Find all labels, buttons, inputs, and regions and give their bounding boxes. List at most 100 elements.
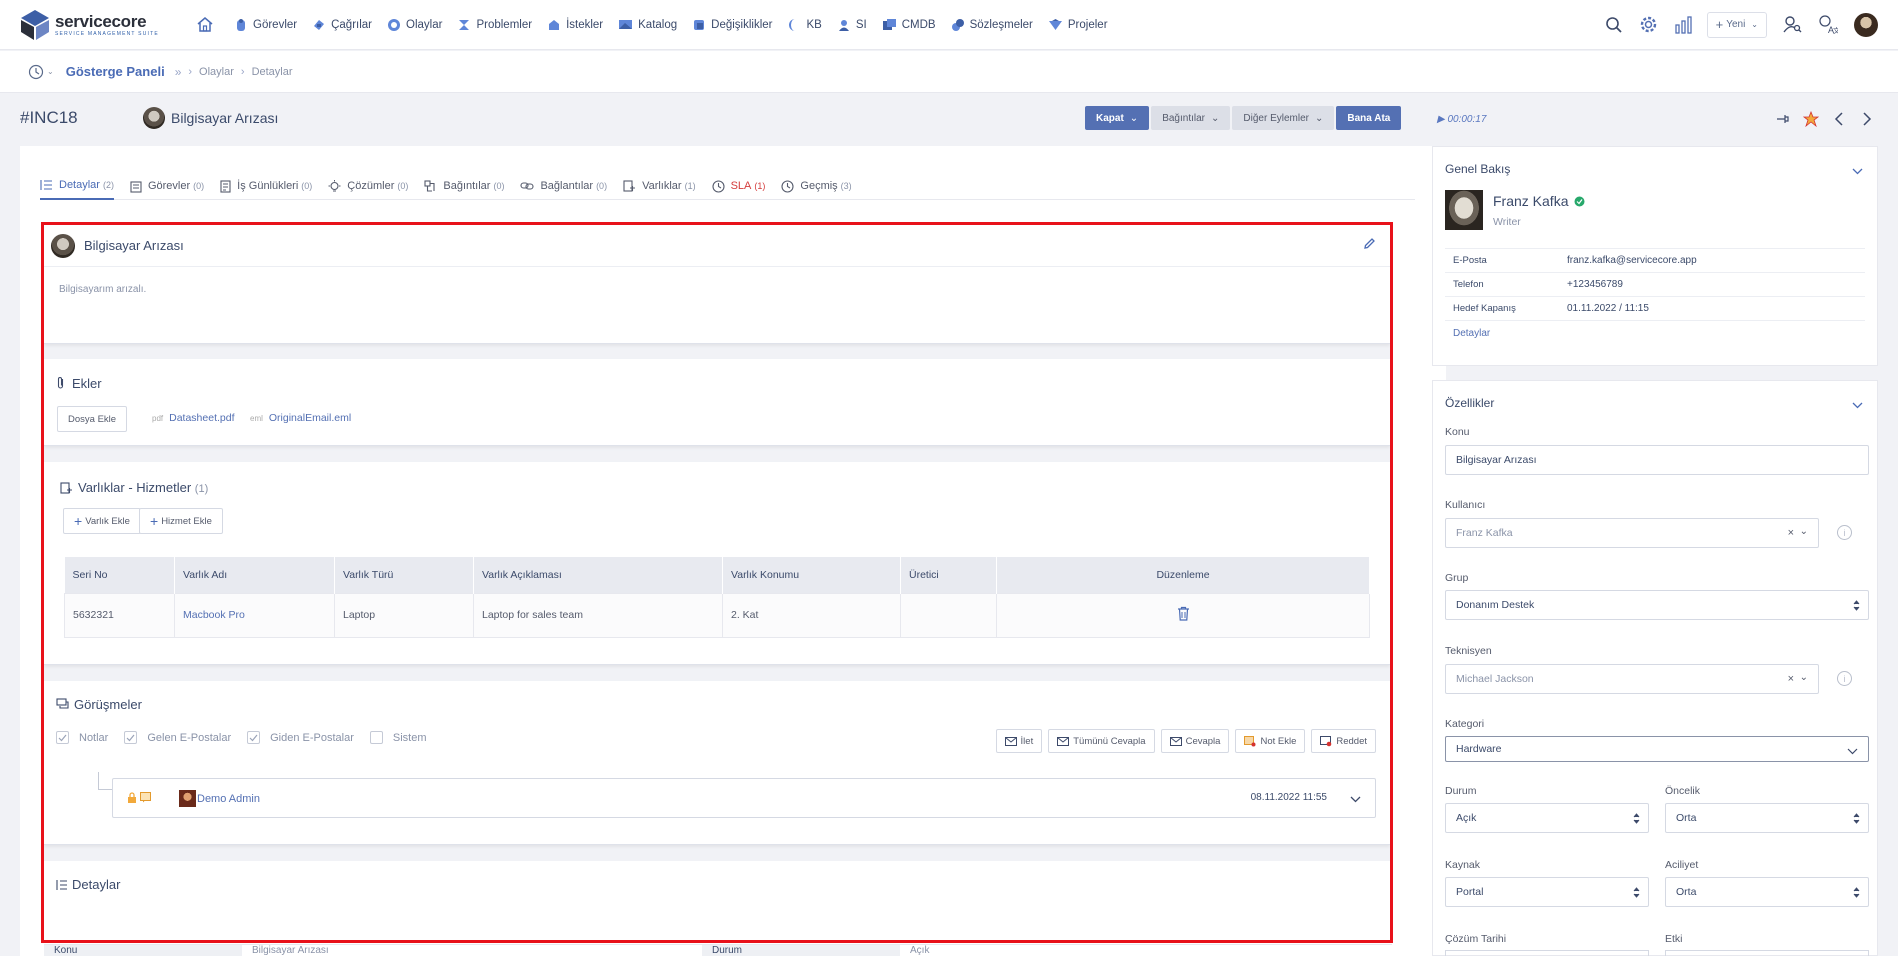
add-asset-button[interactable]: + Varlık Ekle: [63, 508, 141, 534]
favorite-star-icon[interactable]: [1798, 108, 1824, 130]
asset-name[interactable]: Macbook Pro: [183, 609, 245, 621]
nav-item-label: Problemler: [476, 18, 533, 31]
checkbox-unchecked-icon[interactable]: [369, 731, 383, 744]
subject-input[interactable]: Bilgisayar Arızası: [1445, 445, 1869, 475]
nav-item-degisiklikler[interactable]: Değişiklikler: [692, 18, 773, 32]
tab-sla[interactable]: SLA (1): [712, 172, 765, 200]
breadcrumb-home[interactable]: Gösterge Paneli: [66, 64, 165, 79]
reject-button[interactable]: Reddet: [1311, 729, 1376, 753]
reports-chart-icon[interactable]: [1674, 15, 1693, 34]
next-record-icon[interactable]: [1854, 108, 1880, 130]
column-header[interactable]: Varlık Açıklaması: [473, 557, 723, 593]
column-header[interactable]: Varlık Adı: [174, 557, 335, 593]
conversation-entry[interactable]: Demo Admin 08.11.2022 11:55: [112, 778, 1376, 818]
trash-icon[interactable]: [1177, 606, 1190, 624]
nav-item-katalog[interactable]: Katalog: [618, 18, 677, 31]
reply-all-button[interactable]: Tümünü Cevapla: [1048, 729, 1155, 753]
field-value[interactable]: +123456789: [1567, 279, 1623, 290]
breadcrumb-item-olaylar[interactable]: Olaylar: [199, 66, 234, 78]
home-icon[interactable]: [196, 16, 219, 33]
column-header[interactable]: Üretici: [900, 557, 997, 593]
collapse-chevron-icon[interactable]: [1852, 166, 1863, 178]
language-icon[interactable]: A文: [1818, 15, 1838, 34]
pin-icon[interactable]: [1770, 108, 1796, 130]
category-select[interactable]: Hardware: [1445, 736, 1869, 762]
column-header[interactable]: Varlık Konumu: [722, 557, 901, 593]
edit-pencil-icon[interactable]: [1363, 237, 1376, 253]
filter-incoming-emails[interactable]: Gelen E-Postalar: [124, 731, 231, 744]
priority-select[interactable]: Orta: [1665, 803, 1869, 833]
history-clock-icon[interactable]: ⌄: [28, 64, 54, 80]
nav-item-problemler[interactable]: Problemler: [457, 18, 532, 32]
tab-gorevler[interactable]: Görevler (0): [130, 172, 204, 200]
impact-select[interactable]: [1665, 950, 1869, 956]
impact-label: Etki: [1665, 933, 1683, 945]
tab-gecmis[interactable]: Geçmiş (3): [781, 172, 852, 200]
other-actions-dropdown-button[interactable]: Diğer Eylemler ⌄: [1232, 106, 1335, 130]
urgency-select[interactable]: Orta: [1665, 877, 1869, 907]
nav-item-cagrilar[interactable]: Çağrılar: [312, 18, 372, 32]
technician-select[interactable]: Michael Jackson × ⌄: [1445, 664, 1819, 694]
forward-button[interactable]: İlet: [995, 729, 1043, 753]
clear-x-icon[interactable]: ×: [1788, 673, 1794, 685]
search-icon[interactable]: [1605, 16, 1623, 34]
nav-item-olaylar[interactable]: Olaylar: [387, 18, 442, 32]
tab-cozumler[interactable]: Çözümler (0): [328, 172, 408, 200]
asset-name-link[interactable]: Macbook Pro: [174, 592, 335, 638]
work-timer[interactable]: ▶ 00:00:17: [1437, 114, 1486, 125]
contact-name[interactable]: Franz Kafka: [1493, 193, 1568, 209]
overview-details-link[interactable]: Detaylar: [1453, 328, 1490, 339]
tab-bagintilar[interactable]: Bağıntılar (0): [424, 172, 504, 200]
tab-is-gunlukleri[interactable]: İş Günlükleri (0): [220, 172, 312, 200]
collapse-chevron-icon[interactable]: [1852, 400, 1863, 412]
tab-baglantilar[interactable]: Bağlantılar (0): [520, 172, 607, 200]
user-select[interactable]: Franz Kafka × ⌄: [1445, 518, 1819, 548]
tab-varliklar[interactable]: Varlıklar (1): [623, 172, 696, 200]
chevron-down-icon[interactable]: [1350, 794, 1361, 806]
filter-outgoing-emails[interactable]: Giden E-Postalar: [247, 731, 354, 744]
attachment-link[interactable]: OriginalEmail.eml: [269, 412, 351, 424]
nav-item-gorevler[interactable]: Görevler: [234, 18, 297, 32]
field-value[interactable]: franz.kafka@servicecore.app: [1567, 255, 1697, 266]
tab-count: (0): [193, 181, 205, 191]
clear-x-icon[interactable]: ×: [1788, 527, 1794, 539]
resolution-date-input[interactable]: [1445, 950, 1649, 956]
add-service-button[interactable]: + Hizmet Ekle: [139, 508, 223, 534]
assign-to-me-button[interactable]: Bana Ata: [1336, 106, 1402, 130]
add-note-button[interactable]: Not Ekle: [1235, 729, 1306, 753]
attachment-item[interactable]: pdf Datasheet.pdf: [152, 412, 235, 424]
attachment-link[interactable]: Datasheet.pdf: [169, 412, 234, 424]
nav-item-istekler[interactable]: İstekler: [547, 18, 603, 32]
close-dropdown-button[interactable]: Kapat ⌄: [1085, 106, 1150, 130]
filter-system[interactable]: Sistem: [369, 731, 427, 744]
nav-item-si[interactable]: SI: [837, 18, 867, 32]
nav-item-kb[interactable]: KB: [788, 18, 822, 32]
user-search-icon[interactable]: [1783, 15, 1802, 34]
info-icon[interactable]: i: [1837, 671, 1852, 686]
tab-detaylar[interactable]: Detaylar (2): [40, 172, 114, 200]
reply-button[interactable]: Cevapla: [1160, 729, 1230, 753]
checkbox-checked-icon[interactable]: [56, 731, 69, 744]
filter-notes[interactable]: Notlar: [56, 731, 108, 744]
nav-item-cmdb[interactable]: CMDB: [882, 18, 936, 31]
attachments-section: Ekler Dosya Ekle pdf Datasheet.pdf eml Ori…: [44, 359, 1390, 446]
author-name[interactable]: Demo Admin: [197, 793, 260, 805]
previous-record-icon[interactable]: [1826, 108, 1852, 130]
attachment-item[interactable]: eml OriginalEmail.eml: [250, 412, 351, 424]
info-icon[interactable]: i: [1837, 525, 1852, 540]
nav-item-sozlesmeler[interactable]: Sözleşmeler: [951, 18, 1033, 32]
checkbox-checked-icon[interactable]: [247, 731, 261, 744]
source-select[interactable]: Portal: [1445, 877, 1649, 907]
brand-logo[interactable]: servicecore SERVICE MANAGEMENT SUITE: [20, 9, 170, 41]
column-header[interactable]: Varlık Türü: [334, 557, 474, 593]
relations-dropdown-button[interactable]: Bağıntılar ⌄: [1151, 106, 1231, 130]
gear-icon[interactable]: [1639, 15, 1658, 34]
nav-item-projeler[interactable]: Projeler: [1048, 18, 1108, 31]
new-button[interactable]: + Yeni ⌄: [1706, 11, 1767, 38]
column-header[interactable]: Seri No: [64, 557, 175, 593]
user-avatar[interactable]: [1854, 12, 1878, 37]
group-select[interactable]: Donanım Destek: [1445, 590, 1869, 620]
checkbox-checked-icon[interactable]: [124, 731, 138, 744]
status-select[interactable]: Açık: [1445, 803, 1649, 833]
add-file-button[interactable]: Dosya Ekle: [57, 406, 128, 432]
